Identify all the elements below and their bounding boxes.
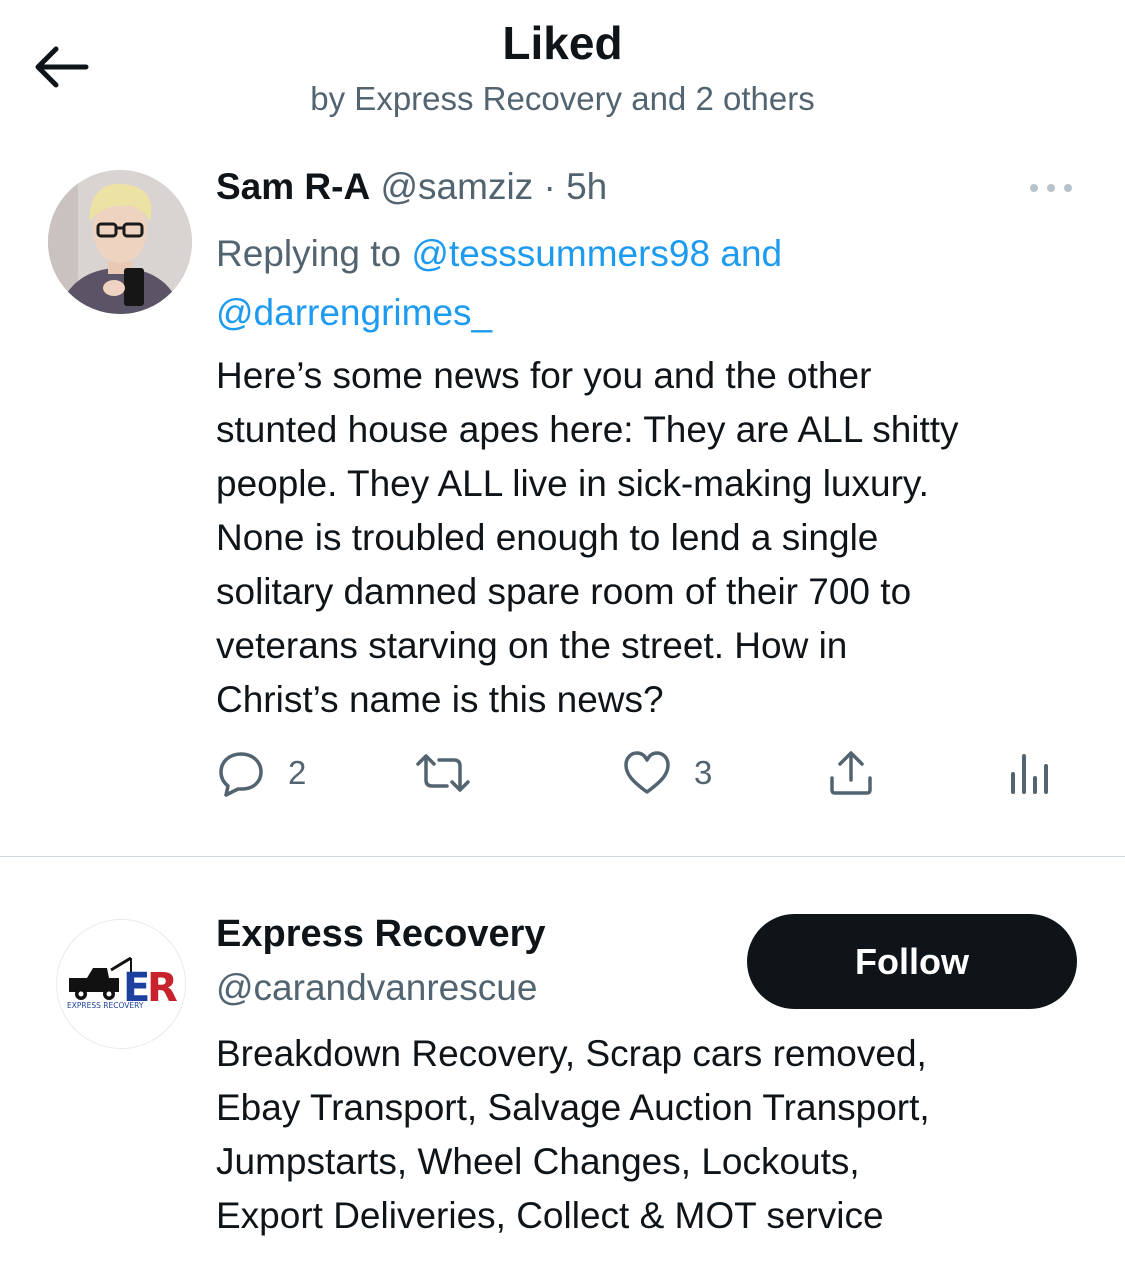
tweet-text: Here’s some news for you and the other s… xyxy=(216,349,1086,727)
tweet-text-line: stunted house apes here: They are ALL sh… xyxy=(216,409,959,450)
tweet[interactable]: Sam R-A @samziz · 5h Replying to @tesssu… xyxy=(0,150,1125,856)
tweet-text-line: solitary damned spare room of their 700 … xyxy=(216,571,912,612)
logo-initial-r: R xyxy=(147,965,178,1011)
reply-count: 2 xyxy=(288,754,307,791)
mention-joiner[interactable]: and xyxy=(720,233,782,274)
bio-line: Export Deliveries, Collect & MOT service xyxy=(216,1195,884,1236)
mention-link[interactable]: @darrengrimes_ xyxy=(216,292,492,333)
more-icon[interactable] xyxy=(1028,178,1074,198)
tweet-text-line: veterans starving on the street. How in xyxy=(216,625,848,666)
tweet-text-line: people. They ALL live in sick-making lux… xyxy=(216,463,929,504)
replying-label: Replying to xyxy=(216,233,402,274)
tweet-text-line: Christ’s name is this news? xyxy=(216,679,664,720)
tweet-text-line: None is troubled enough to lend a single xyxy=(216,517,879,558)
user-name[interactable]: Express Recovery xyxy=(216,913,546,956)
separator: · xyxy=(543,166,556,207)
express-recovery-logo: E R EXPRESS RECOVERY xyxy=(57,920,185,1048)
user-bio: Breakdown Recovery, Scrap cars removed, … xyxy=(216,1027,1096,1243)
follow-button[interactable]: Follow xyxy=(747,914,1077,1009)
analytics-button[interactable] xyxy=(1008,748,1052,798)
like-icon xyxy=(624,751,670,794)
avatar[interactable]: E R EXPRESS RECOVERY xyxy=(56,919,186,1049)
retweet-icon xyxy=(416,754,470,792)
user-handle[interactable]: @carandvanrescue xyxy=(216,967,537,1009)
page-title: Liked xyxy=(502,17,623,69)
user-cell[interactable]: E R EXPRESS RECOVERY Express Recovery @c… xyxy=(0,857,1125,1285)
share-icon xyxy=(830,751,872,795)
share-button[interactable] xyxy=(826,748,876,798)
logo-caption: EXPRESS RECOVERY xyxy=(67,1001,144,1010)
retweet-button[interactable] xyxy=(414,748,472,798)
reply-button[interactable]: 2 xyxy=(216,748,306,798)
tweet-actions: 2 3 xyxy=(216,748,1076,798)
page-subtitle: by Express Recovery and 2 others xyxy=(310,80,815,117)
replying-to: Replying to @tesssummers98 and @darrengr… xyxy=(216,224,1076,342)
author-name[interactable]: Sam R-A xyxy=(216,166,370,207)
author-handle[interactable]: @samziz xyxy=(380,166,533,207)
tweet-time[interactable]: 5h xyxy=(566,166,607,207)
bio-line: Ebay Transport, Salvage Auction Transpor… xyxy=(216,1087,930,1128)
tweet-text-line: Here’s some news for you and the other xyxy=(216,355,872,396)
analytics-icon xyxy=(1011,754,1048,794)
reply-icon xyxy=(219,752,263,797)
tweet-header: Sam R-A @samziz · 5h xyxy=(216,166,607,208)
bio-line: Jumpstarts, Wheel Changes, Lockouts, xyxy=(216,1141,860,1182)
page-header: Liked by Express Recovery and 2 others xyxy=(0,0,1125,130)
mention-link[interactable]: @tesssummers98 xyxy=(411,233,710,274)
like-count: 3 xyxy=(694,754,713,791)
avatar[interactable] xyxy=(48,170,192,314)
bio-line: Breakdown Recovery, Scrap cars removed, xyxy=(216,1033,927,1074)
like-button[interactable]: 3 xyxy=(622,748,712,798)
